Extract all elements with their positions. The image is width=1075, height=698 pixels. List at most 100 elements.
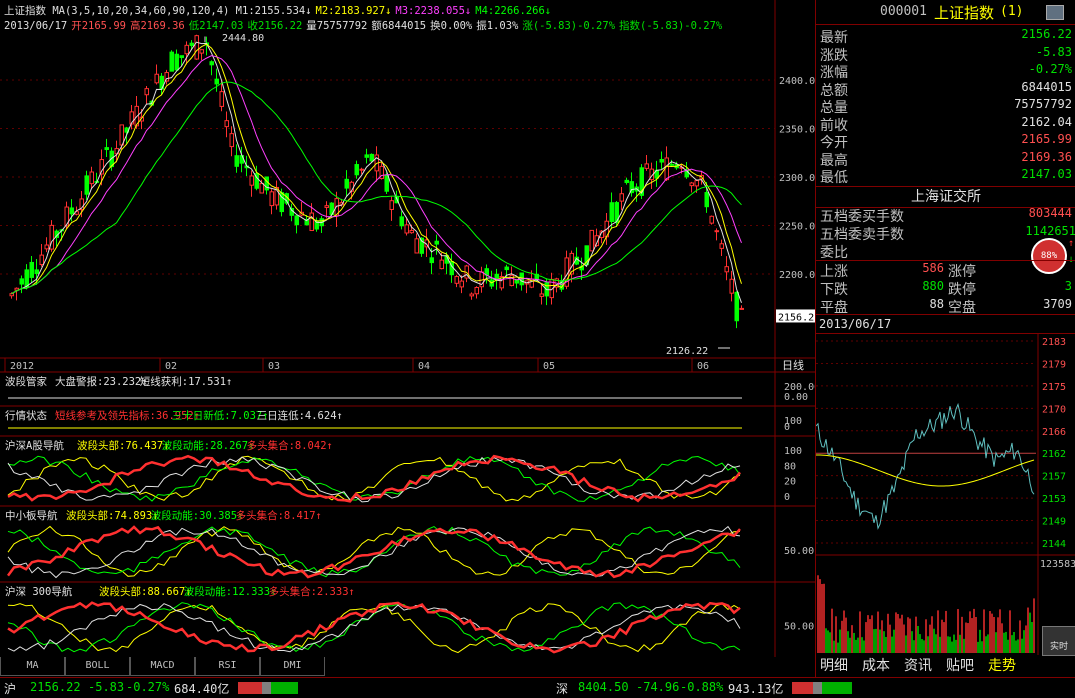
candle-body bbox=[504, 266, 509, 271]
xtick-5: 06 bbox=[697, 361, 709, 372]
status-bar: 沪 2156.22 -5.83 -0.27% 684.40亿 深 8404.50… bbox=[0, 677, 1075, 698]
candle-body bbox=[664, 157, 669, 181]
window-icon[interactable] bbox=[1046, 5, 1064, 20]
price-tag: 2156.2 bbox=[778, 312, 814, 323]
quote-label: 涨跌 bbox=[820, 47, 848, 64]
candle-body bbox=[169, 51, 174, 72]
tab-ma[interactable]: MA bbox=[0, 657, 65, 676]
osc-line-4-3 bbox=[7, 601, 741, 654]
quote-value: 2165.99 bbox=[1021, 132, 1072, 146]
xtick-0: 2012 bbox=[10, 361, 34, 372]
quote-label: 最低 bbox=[820, 170, 848, 186]
stock-suffix: (1) bbox=[1000, 4, 1024, 19]
right-tab-4[interactable]: 走势 bbox=[988, 656, 1016, 676]
indicator-tick-0-1: 0.00 bbox=[784, 392, 808, 403]
candle-body bbox=[194, 35, 199, 60]
candle-body bbox=[39, 254, 44, 266]
realtime-button[interactable]: 实时 bbox=[1042, 626, 1075, 656]
tab-dmi[interactable]: DMI bbox=[260, 657, 325, 676]
intra-tick-6: 2157 bbox=[1042, 472, 1066, 483]
sh-pct: -0.27% bbox=[126, 680, 170, 694]
quote-row: 总量 75757792 bbox=[820, 97, 1072, 116]
candle-body bbox=[659, 158, 664, 163]
candle-body bbox=[44, 244, 49, 250]
candle-body bbox=[384, 174, 389, 192]
candle-body bbox=[189, 42, 194, 46]
intraday-chart[interactable]: 2183 2179 2175 2170 2166 2162 2157 2153 2149 2144… bbox=[816, 333, 1075, 655]
indicator-value-3-0: 波段头部:74.893↑ bbox=[66, 509, 159, 522]
candle-body bbox=[259, 182, 264, 194]
right-tab-0[interactable]: 明细 bbox=[820, 656, 848, 676]
indicator-tick-2-2: 20 bbox=[784, 477, 796, 488]
tab-rsi[interactable]: RSI bbox=[195, 657, 260, 676]
period-label: 日线 bbox=[782, 358, 804, 372]
indicator-tick-4-0: 50.00 bbox=[784, 622, 814, 633]
sh-breadth-bar bbox=[238, 682, 298, 694]
quote-panel: 000001 上证指数 (1) 最新 2156.22 涨跌 -5.83 涨幅 -0.27%… bbox=[815, 0, 1075, 677]
stock-code: 000001 bbox=[880, 4, 927, 19]
intra-tick-7: 2153 bbox=[1042, 494, 1066, 505]
intra-tick-1: 2179 bbox=[1042, 359, 1066, 370]
sz-price: 8404.50 bbox=[578, 680, 629, 694]
right-tab-1[interactable]: 成本 bbox=[862, 656, 890, 676]
price-tick-3: 2250.0 bbox=[779, 222, 815, 233]
candle-body bbox=[84, 175, 89, 195]
osc-line-2-2 bbox=[7, 456, 741, 503]
quote-row: 涨幅 -0.27% bbox=[820, 62, 1072, 81]
candle-body bbox=[199, 49, 204, 54]
indicator-value-1-1: 三十日新低:7.037↑ bbox=[172, 409, 269, 422]
candle-body bbox=[229, 133, 234, 148]
candle-body bbox=[69, 207, 74, 215]
intra-tick-4: 2166 bbox=[1042, 427, 1066, 438]
indicator-value-0-0: 大盘警报:23.232↑ bbox=[55, 375, 148, 388]
kline-panel[interactable]: 上证指数 MA(3,5,10,20,34,60,90,120,4) M1:215… bbox=[0, 0, 815, 677]
intra-tick-9: 2144 bbox=[1042, 539, 1066, 550]
candle-body bbox=[179, 55, 184, 59]
candle-body bbox=[689, 182, 694, 187]
candle-body bbox=[219, 91, 224, 107]
candle-body bbox=[184, 44, 189, 55]
indicator-tick-2-0: 100 bbox=[784, 446, 802, 457]
candle-body bbox=[144, 88, 149, 96]
candle-body bbox=[234, 155, 239, 167]
indicator-value-2-1: 波段动能:28.267↑ bbox=[162, 439, 255, 452]
quote-label: 今开 bbox=[820, 135, 848, 151]
sz-change: -74.96 bbox=[636, 680, 680, 694]
right-tab-2[interactable]: 资讯 bbox=[904, 656, 932, 676]
tab-macd[interactable]: MACD bbox=[130, 657, 195, 676]
price-tick-0: 2400.0 bbox=[779, 76, 815, 87]
indicator-value-3-2: 多头集合:8.417↑ bbox=[236, 509, 322, 522]
candle-body bbox=[359, 168, 364, 171]
candle-body bbox=[734, 291, 739, 322]
quote-label: 前收 bbox=[820, 117, 848, 134]
quote-value: 75757792 bbox=[1014, 97, 1072, 111]
candle-body bbox=[24, 269, 29, 288]
quote-label: 总量 bbox=[820, 100, 848, 116]
candle-body bbox=[19, 278, 24, 285]
arrow-up-icon: ↑ bbox=[1068, 238, 1075, 249]
candle-body bbox=[539, 293, 544, 297]
candle-body bbox=[269, 191, 274, 207]
tab-boll[interactable]: BOLL bbox=[65, 657, 130, 676]
candle-body bbox=[709, 215, 714, 224]
quote-value: -0.27% bbox=[1028, 62, 1072, 76]
right-tab-3[interactable]: 贴吧 bbox=[946, 656, 974, 676]
indicator-value-3-1: 波段动能:30.385↑ bbox=[151, 509, 244, 522]
stock-name: 上证指数 bbox=[934, 4, 995, 22]
quote-label: 涨幅 bbox=[820, 65, 848, 81]
indicator-value-4-1: 波段动能:12.333↑ bbox=[184, 585, 277, 598]
candle-body bbox=[29, 261, 34, 278]
candle-body bbox=[619, 193, 624, 202]
candle-body bbox=[459, 280, 464, 288]
quote-row: 最低 2147.03 bbox=[820, 167, 1072, 186]
candle-body bbox=[404, 224, 409, 234]
candle-body bbox=[209, 61, 214, 66]
sh-amount: 684.40亿 bbox=[174, 682, 230, 696]
candle-body bbox=[364, 154, 369, 158]
candle-body bbox=[409, 230, 414, 234]
chart-canvas[interactable]: 2400.0 2350.0 2300.0 2250.0 2200.0 2156.2 2012… bbox=[0, 0, 815, 657]
quote-row: 最高 2169.36 bbox=[820, 150, 1072, 169]
breadth-box: 上涨 586 涨停 下跌 880 跌停 3 平盘 88 空盘 3709 bbox=[816, 260, 1075, 316]
intra-avg-line bbox=[816, 454, 1035, 487]
xtick-1: 02 bbox=[165, 361, 177, 372]
